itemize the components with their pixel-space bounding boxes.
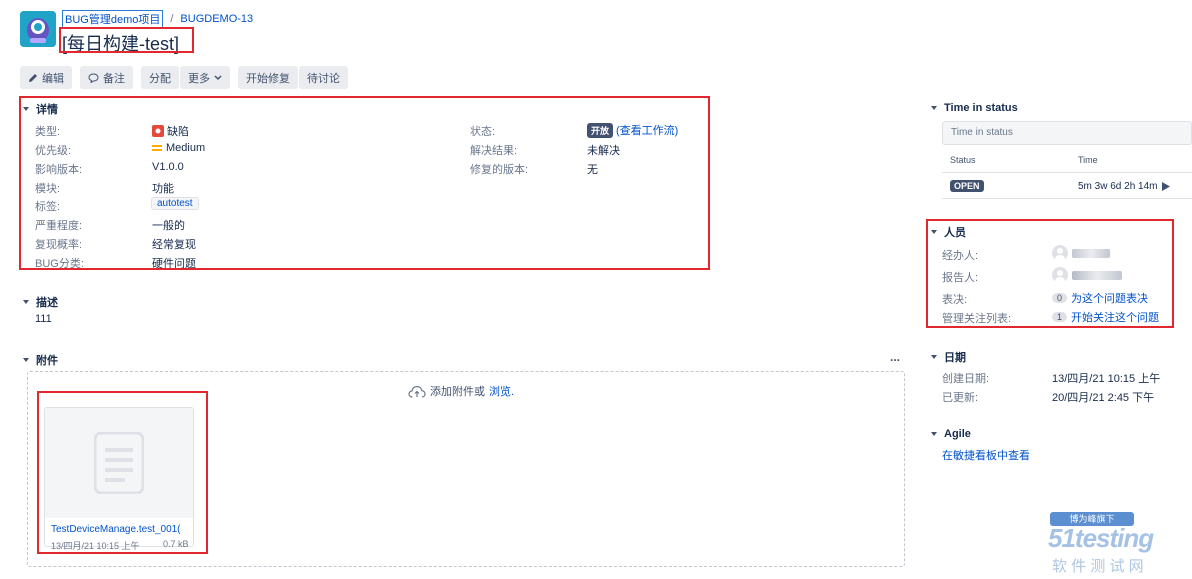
agile-board-link[interactable]: 在敏捷看板中查看 [942,447,1030,463]
updated-label: 已更新: [942,392,979,404]
description-text[interactable]: 111 [35,313,52,325]
agile-section-header[interactable]: Agile [930,428,971,440]
more-button-label: 更多 [188,72,210,85]
breadcrumb-issue-key[interactable]: BUGDEMO-13 [180,13,253,25]
tis-time-value: 5m 3w 6d 2h 14m [1078,181,1170,192]
time-in-status-heading: Time in status [944,102,1018,114]
chevron-down-icon [931,106,937,110]
assign-button[interactable]: 分配 [141,66,179,89]
created-value: 13/四月/21 10:15 上午 [1052,373,1161,385]
project-avatar[interactable] [20,11,56,47]
attachment-drop-prompt: 添加附件或 浏览. [408,383,514,399]
dates-section-header[interactable]: 日期 [930,349,966,365]
watermark-subtitle: 软 件 测 试 网 [1052,558,1144,575]
attachments-section-header[interactable]: 附件 [22,352,58,368]
comment-button-label: 备注 [103,72,125,85]
time-in-status-selector[interactable]: Time in status [942,121,1192,145]
tis-bottom-divider [942,198,1192,199]
edit-button[interactable]: 编辑 [20,66,72,89]
description-heading: 描述 [36,297,58,309]
pencil-icon [29,73,37,82]
attachments-heading: 附件 [36,355,58,367]
dates-heading: 日期 [944,352,966,364]
action-button-group: 分配 更多 [141,66,230,89]
drop-text: 添加附件或 [430,386,485,398]
highlight-box-details [19,96,710,270]
discuss-button[interactable]: 待讨论 [299,66,348,89]
tis-divider [942,172,1192,173]
highlight-box-people [926,219,1174,328]
description-section-header[interactable]: 描述 [22,294,58,310]
chevron-down-icon [23,358,29,362]
issue-toolbar: 编辑 备注 分配 更多 开始修复 待讨论 [20,66,348,89]
play-icon[interactable] [1161,182,1170,191]
tis-time-text: 5m 3w 6d 2h 14m [1078,181,1158,192]
chevron-down-icon [931,432,937,436]
edit-button-label: 编辑 [42,72,64,85]
highlight-box-attachment [37,391,208,554]
comment-icon [88,72,99,83]
start-fix-button[interactable]: 开始修复 [238,66,298,89]
breadcrumb: BUG管理demo项目 / BUGDEMO-13 [62,10,253,28]
watermark-brand: 51testing [1048,523,1154,553]
chevron-down-icon [931,355,937,359]
breadcrumb-separator: / [170,13,174,25]
chevron-down-icon [23,300,29,304]
breadcrumb-project-link[interactable]: BUG管理demo项目 [62,10,164,28]
tis-status-column-header: Status [950,155,976,165]
browse-link[interactable]: 浏览. [489,383,514,399]
cloud-upload-icon [408,385,426,398]
workflow-button-group: 开始修复 待讨论 [238,66,348,89]
more-button[interactable]: 更多 [180,66,230,89]
created-label: 创建日期: [942,373,990,385]
comment-button[interactable]: 备注 [80,66,133,89]
attachments-menu-button[interactable]: ... [890,350,900,364]
tis-time-column-header: Time [1078,155,1098,165]
agile-heading: Agile [944,428,971,440]
chevron-down-icon [214,74,222,80]
highlight-box-title [59,27,194,53]
tis-status-badge: OPEN [950,180,984,192]
updated-value: 20/四月/21 2:45 下午 [1052,392,1155,404]
time-in-status-header[interactable]: Time in status [930,102,1018,114]
